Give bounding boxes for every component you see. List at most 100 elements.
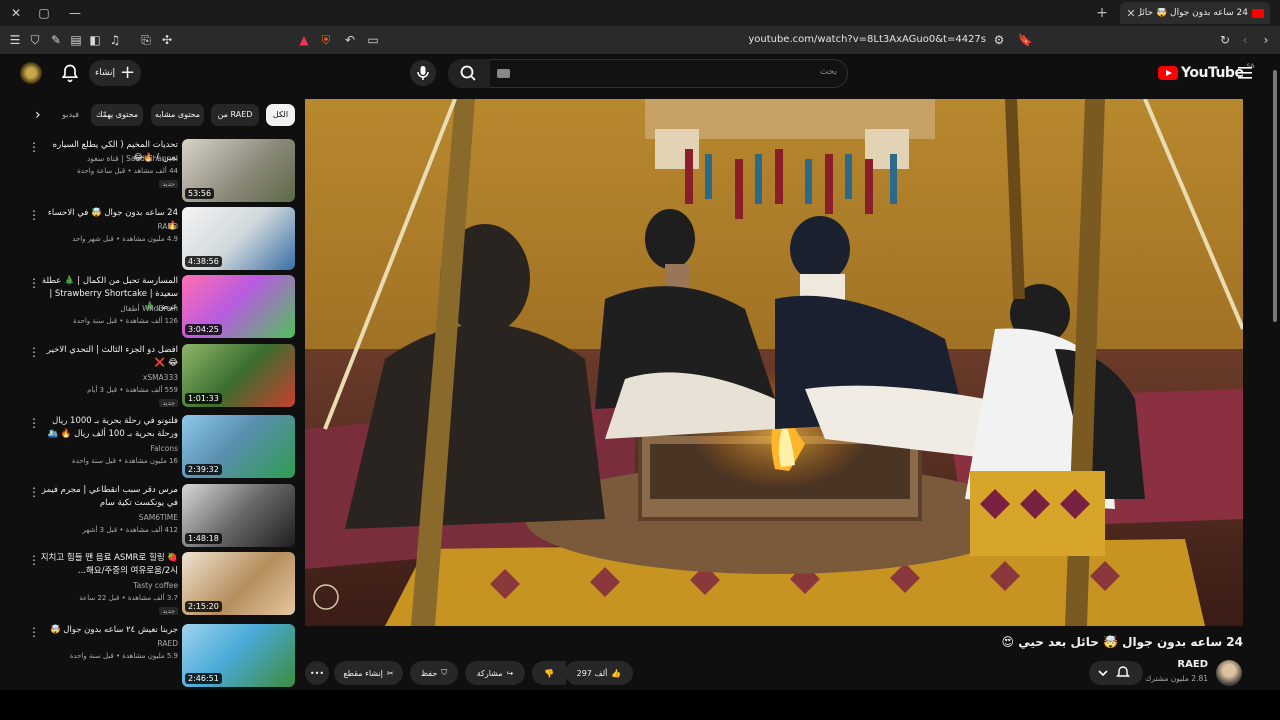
puzzle-icon[interactable]: ✣ [159, 32, 175, 48]
list-item[interactable]: 2:15:20 🍓 지치고 힘들 땐 음료 ASMR로 힐링해요/주중의 여유로… [20, 552, 300, 618]
hamburger-menu-icon[interactable]: ☰ [7, 32, 23, 48]
keyboard-icon[interactable] [497, 69, 510, 78]
more-actions-icon[interactable]: ⋮ [28, 486, 40, 498]
list-item[interactable]: 53:56 تحديات المخيم ( الكي يطلع السياره … [20, 139, 300, 205]
page-scrollbar[interactable] [1270, 58, 1280, 688]
forward-icon[interactable]: › [1258, 32, 1274, 48]
video-thumbnail[interactable]: 1:01:33 [182, 344, 295, 407]
notifications-bell-icon[interactable] [60, 63, 80, 83]
more-button[interactable]: ••• [305, 661, 329, 685]
undo-icon[interactable]: ↶ [342, 32, 358, 48]
reload-icon[interactable]: ↻ [1217, 32, 1233, 48]
channel-name[interactable]: Tasty coffee [40, 581, 178, 590]
share-label: مشاركة [476, 668, 503, 678]
like-button[interactable]: 297 ألف 👍 [565, 661, 633, 685]
duration-badge: 1:01:33 [185, 393, 222, 404]
guide-menu-icon[interactable] [1238, 66, 1254, 80]
scrollbar-thumb[interactable] [1273, 70, 1277, 322]
new-badge: جديد [159, 180, 178, 188]
duration-badge: 2:46:51 [185, 673, 222, 684]
list-item[interactable]: 3:04:25 المسارسة تحبل من الكمال | 🎄 عطلة… [20, 275, 300, 341]
clip-button[interactable]: إنشاء مقطع ✂ [334, 661, 403, 685]
list-item[interactable]: 4:38:56 24 ساعه بدون جوال 🤯 في الاحساء 🔥… [20, 207, 300, 273]
chip-from-raed[interactable]: من RAED [211, 104, 259, 126]
chip-for-you[interactable]: محتوى يهمّك [91, 104, 143, 126]
list-item[interactable]: 1:01:33 افضل دو الجزء الثالث | التحدي ال… [20, 344, 300, 410]
video-title[interactable]: جربنا نعيش ٢٤ ساعه بدون جوال 🤯 [40, 624, 178, 637]
brave-shield-icon[interactable]: ⛨ [318, 32, 334, 48]
more-actions-icon[interactable]: ⋮ [28, 277, 40, 289]
new-tab-button[interactable]: + [1094, 5, 1110, 21]
more-actions-icon[interactable]: ⋮ [28, 626, 40, 638]
address-bar[interactable]: youtube.com/watch?v=8Lt3AxAGuo0&t=4427s [560, 32, 986, 48]
dislike-button[interactable]: 👎 [532, 661, 566, 685]
extension-icon[interactable]: ✎ [48, 32, 64, 48]
channel-avatar[interactable] [1216, 660, 1242, 686]
more-actions-icon[interactable]: ⋮ [28, 141, 40, 153]
duration-badge: 53:56 [185, 188, 215, 199]
list-item[interactable]: 2:39:32 فلتونو في رحلة بحرية بـ 1000 ريا… [20, 415, 300, 481]
save-button[interactable]: حفظ ⛉ [410, 661, 458, 685]
channel-name[interactable]: Falcons [40, 444, 178, 453]
thumbs-up-icon: 👍 [611, 668, 622, 678]
channel-name[interactable]: Saud Channel | قناة سعود [40, 154, 178, 163]
chip-related[interactable]: محتوى مشابه [151, 104, 204, 126]
share-button[interactable]: مشاركة ↪ [465, 661, 525, 685]
more-actions-icon[interactable]: ⋮ [28, 346, 40, 358]
channel-name[interactable]: SAM6TIME [40, 513, 178, 522]
more-actions-icon[interactable]: ⋮ [28, 209, 40, 221]
logo-wordmark: YouTube [1181, 65, 1244, 81]
channel-name[interactable]: RAED [40, 222, 178, 231]
channel-name[interactable]: RAED [40, 639, 178, 648]
site-settings-icon[interactable]: ⚙ [991, 32, 1007, 48]
more-actions-icon[interactable]: ⋮ [28, 417, 40, 429]
cast-icon[interactable]: ▭ [365, 32, 381, 48]
account-avatar[interactable] [20, 62, 42, 84]
search-button[interactable] [448, 59, 490, 88]
video-meta: 559 ألف مشاهدة • قبل 3 أيام [87, 386, 178, 394]
subscribed-notifications-button[interactable] [1089, 661, 1143, 685]
chip-video[interactable]: فيديو [58, 104, 83, 126]
more-actions-icon[interactable]: ⋮ [28, 554, 40, 566]
video-thumbnail[interactable]: 2:15:20 [182, 552, 295, 615]
video-thumbnail[interactable]: 53:56 [182, 139, 295, 202]
video-title[interactable]: فلتونو في رحلة بحرية بـ 1000 ريال ورحلة … [40, 415, 178, 441]
back-icon[interactable]: ‹ [1237, 32, 1253, 48]
chips-next-icon[interactable]: › [35, 107, 41, 123]
close-window-icon[interactable]: ✕ [8, 5, 24, 21]
channel-name[interactable]: xSMA333 [40, 373, 178, 382]
list-item[interactable]: 1:48:18 مرس دقر سبب انقطاعي | مجرم فيمز … [20, 484, 300, 550]
restore-window-icon[interactable]: ▢ [36, 5, 52, 21]
video-thumbnail[interactable]: 3:04:25 [182, 275, 295, 338]
video-player[interactable] [305, 99, 1243, 626]
video-thumbnail[interactable]: 2:46:51 [182, 624, 295, 687]
chip-all[interactable]: الكل [266, 104, 295, 126]
video-meta: 3.7 ألف مشاهدة • قبل 22 ساعة [79, 594, 178, 602]
list-item[interactable]: 2:46:51 جربنا نعيش ٢٤ ساعه بدون جوال 🤯 R… [20, 624, 300, 690]
video-thumbnail[interactable]: 1:48:18 [182, 484, 295, 547]
video-title[interactable]: افضل دو الجزء الثالث | التحدي الاخير 😂 ❌ [40, 344, 178, 370]
brave-rewards-icon[interactable]: ▲ [296, 32, 312, 48]
youtube-favicon-icon [1252, 8, 1264, 18]
video-meta: 16 مليون مشاهدة • قبل سنة واحدة [72, 457, 178, 465]
music-icon[interactable]: ♫ [107, 32, 123, 48]
video-thumbnail[interactable]: 2:39:32 [182, 415, 295, 478]
shield-icon[interactable]: ⛉ [27, 32, 43, 48]
channel-name[interactable]: WildBrain أطفال [40, 304, 178, 313]
search-input[interactable]: بحث [448, 59, 848, 88]
voice-search-icon[interactable] [410, 60, 436, 86]
video-title[interactable]: مرس دقر سبب انقطاعي | مجرم فيمز في يونكس… [40, 484, 178, 510]
browser-tab[interactable]: ✕ 24 ساعه بدون جوال 🤯 حائل بعد ح... [1120, 2, 1270, 24]
create-button[interactable]: إنشاء + [89, 60, 141, 86]
video-title[interactable]: 🍓 지치고 힘들 땐 음료 ASMR로 힐링해요/주중의 여유로움/2시... [40, 552, 178, 578]
channel-name-main[interactable]: RAED [1177, 659, 1208, 670]
close-tab-icon[interactable]: ✕ [1124, 7, 1138, 20]
sidebar-icon[interactable]: ◧ [87, 32, 103, 48]
duration-badge: 4:38:56 [185, 256, 222, 267]
screenshot-icon[interactable]: ⎘ [138, 32, 154, 48]
bookmark-icon[interactable]: 🔖 [1017, 32, 1033, 48]
video-thumbnail[interactable]: 4:38:56 [182, 207, 295, 270]
minimize-window-icon[interactable]: — [67, 5, 83, 21]
tabs-icon[interactable]: ▤ [68, 32, 84, 48]
video-meta: 5.9 مليون مشاهدة • قبل سنة واحدة [69, 652, 178, 660]
